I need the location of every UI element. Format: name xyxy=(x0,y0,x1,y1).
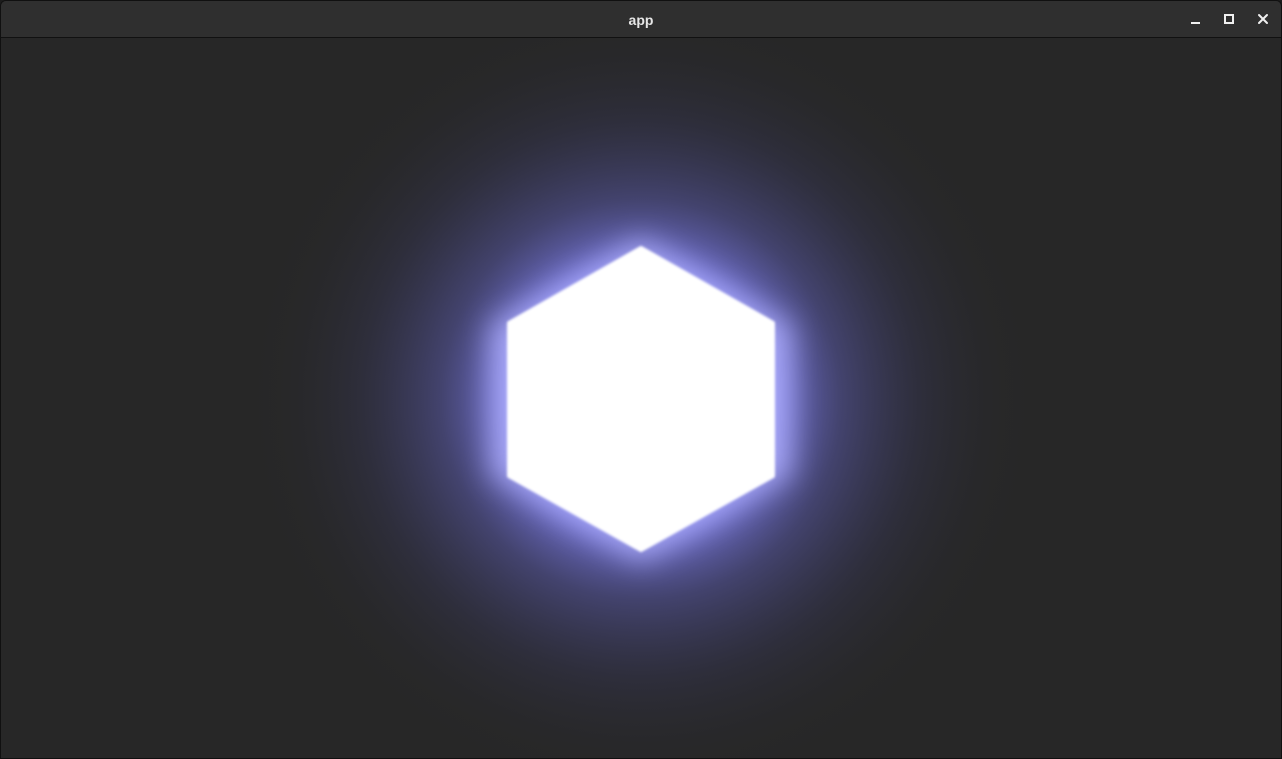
maximize-button[interactable] xyxy=(1216,6,1242,32)
title-bar[interactable]: app xyxy=(1,1,1281,38)
close-button[interactable] xyxy=(1250,6,1276,32)
glowing-hexagon-scene xyxy=(241,38,1041,758)
maximize-icon xyxy=(1224,14,1234,24)
minimize-icon xyxy=(1191,22,1200,24)
app-window: app xyxy=(0,0,1282,759)
close-icon xyxy=(1258,14,1268,24)
window-title: app xyxy=(628,12,654,28)
render-canvas[interactable] xyxy=(1,38,1281,758)
minimize-button[interactable] xyxy=(1182,6,1208,32)
